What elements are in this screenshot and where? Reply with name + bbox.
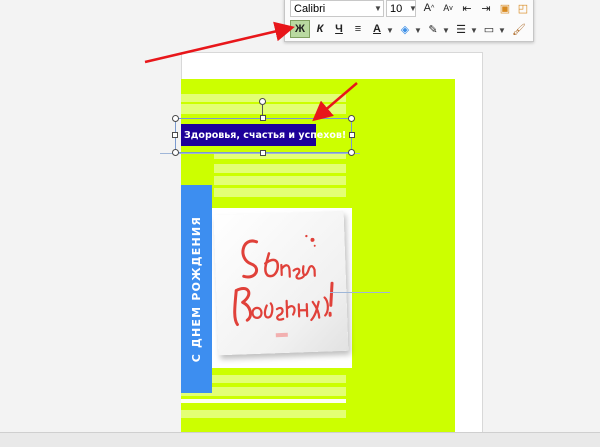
greeting-lettering <box>233 234 334 338</box>
greeting-card-image[interactable] <box>213 210 349 356</box>
bold-button[interactable]: Ж <box>290 20 310 38</box>
decor-band <box>181 399 346 403</box>
format-painter-icon[interactable]: 🖌 <box>509 20 529 38</box>
fill-color-icon[interactable]: ◈ <box>395 20 415 38</box>
chevron-down-icon[interactable]: ▼ <box>470 26 478 35</box>
font-color-icon[interactable]: A <box>367 20 387 38</box>
status-bar <box>0 432 600 447</box>
shrink-font-icon[interactable]: Av <box>438 0 458 17</box>
increase-indent-icon[interactable]: ⇥ <box>476 0 496 17</box>
title-strip-text: С ДНЕМ РОЖДЕНИЯ <box>190 215 203 363</box>
resize-handle-top-right[interactable] <box>348 115 355 122</box>
decor-band <box>181 410 346 418</box>
chevron-down-icon[interactable]: ▼ <box>498 26 506 35</box>
chevron-down-icon[interactable]: ▼ <box>409 4 417 13</box>
decor-band <box>181 104 346 114</box>
resize-handle-bottom-left[interactable] <box>172 149 179 156</box>
resize-handle-right[interactable] <box>349 132 355 138</box>
grow-font-icon[interactable]: A ^ <box>419 0 439 17</box>
decrease-indent-icon[interactable]: ⇤ <box>457 0 477 17</box>
resize-handle-bottom-right[interactable] <box>348 149 355 156</box>
greeting-textbox[interactable]: Здоровья, счастья и успехов! <box>181 124 346 146</box>
resize-handle-left[interactable] <box>172 132 178 138</box>
resize-handle-bottom[interactable] <box>260 150 266 156</box>
resize-handle-top[interactable] <box>260 115 266 121</box>
decor-band <box>214 164 346 173</box>
decor-band <box>214 188 346 197</box>
wrap-icon[interactable]: ▭ <box>479 20 499 38</box>
chevron-down-icon[interactable]: ▼ <box>442 26 450 35</box>
italic-button[interactable]: К <box>310 20 330 38</box>
decor-band <box>214 176 346 185</box>
send-backward-icon[interactable]: ◰ <box>513 0 533 17</box>
bullets-icon[interactable]: ☰ <box>451 20 471 38</box>
chevron-down-icon[interactable]: ▼ <box>374 4 382 13</box>
font-name-box[interactable]: Calibri <box>290 0 384 17</box>
chevron-down-icon[interactable]: ▼ <box>414 26 422 35</box>
bring-forward-icon[interactable]: ▣ <box>495 0 515 17</box>
mini-format-toolbar: Calibri ▼ 10 ▼ A ^ Av ⇤ ⇥ ▣ ◰ Ж К Ч ≡ A ▼… <box>284 0 534 42</box>
line-color-icon[interactable]: ✎ <box>423 20 443 38</box>
guide-line <box>330 292 390 293</box>
resize-handle-top-left[interactable] <box>172 115 179 122</box>
underline-button[interactable]: Ч <box>329 20 349 38</box>
align-center-icon[interactable]: ≡ <box>348 20 368 38</box>
chevron-down-icon[interactable]: ▼ <box>386 26 394 35</box>
